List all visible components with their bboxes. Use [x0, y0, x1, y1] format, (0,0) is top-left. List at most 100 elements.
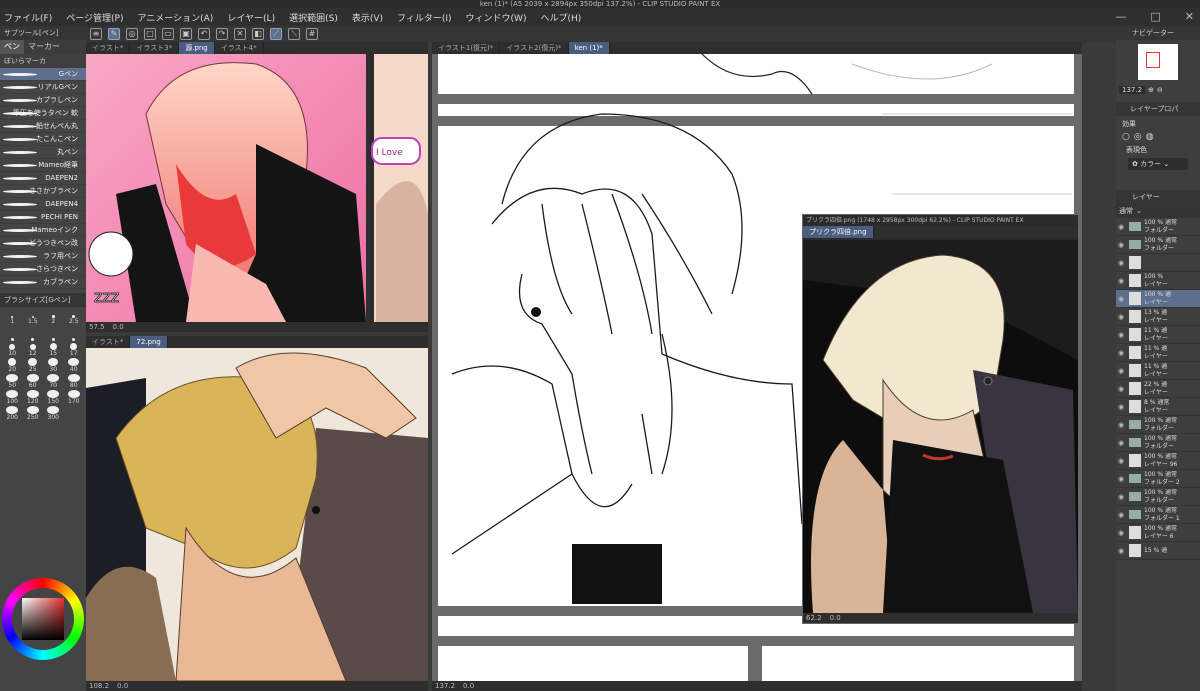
visibility-eye-icon[interactable]: ◉ [1116, 475, 1126, 483]
clear-icon[interactable]: ✕ [234, 28, 246, 40]
layer-row[interactable]: ◉ 100 % レイヤー [1116, 272, 1200, 290]
angle-value[interactable]: 0.0 [117, 681, 128, 691]
tab-pen[interactable]: ペン [0, 40, 24, 54]
brush-size-option[interactable]: 2.5 [65, 310, 84, 325]
brush-size-option[interactable]: 1 [3, 310, 22, 325]
doc-tab[interactable]: イラスト3* [130, 42, 180, 54]
brush-item[interactable]: ささかブラペン [0, 185, 86, 198]
brush-item[interactable]: カブラペン [0, 276, 86, 289]
doc-tab[interactable]: イラスト4* [215, 42, 264, 54]
subtab-label[interactable]: ぼいらマーカ [0, 54, 86, 68]
brush-item[interactable]: Gペン [0, 68, 86, 81]
zoom-value[interactable]: 57.5 [89, 322, 105, 332]
brush-item[interactable]: DAEPEN4 [0, 198, 86, 211]
visibility-eye-icon[interactable]: ◉ [1116, 403, 1126, 411]
brush-item[interactable]: たこんこペン [0, 133, 86, 146]
menu-item[interactable]: ページ管理(P) [66, 11, 123, 24]
brush-item[interactable]: Mameoインク [0, 224, 86, 237]
brush-item[interactable]: ラフ用ペン [0, 250, 86, 263]
brush-item[interactable]: 丸ペン [0, 146, 86, 159]
visibility-eye-icon[interactable]: ◉ [1116, 313, 1126, 321]
visibility-eye-icon[interactable]: ◉ [1116, 259, 1126, 267]
brush-size-option[interactable]: 10 [3, 342, 22, 357]
visibility-eye-icon[interactable]: ◉ [1116, 385, 1126, 393]
brush-item[interactable]: 鉛せんぺん丸 [0, 120, 86, 133]
brush-size-option[interactable]: 100 [3, 390, 22, 405]
blend-mode-select[interactable]: 通常 [1119, 206, 1133, 216]
brush-size-option[interactable]: 25 [24, 358, 43, 373]
new-file-icon[interactable]: ▢ [144, 28, 156, 40]
brush-size-option[interactable]: 300 [44, 406, 63, 421]
visibility-eye-icon[interactable]: ◉ [1116, 349, 1126, 357]
visibility-eye-icon[interactable]: ◉ [1116, 223, 1126, 231]
brush-size-option[interactable]: 17 [65, 342, 84, 357]
brush-item[interactable]: PECHI PEN [0, 211, 86, 224]
doc-tab-active[interactable]: 72.png [130, 336, 168, 348]
layer-row[interactable]: ◉ 100 % 通常 フォルダー 2 [1116, 470, 1200, 488]
layer-row[interactable]: ◉ 13 % 通レイヤー [1116, 308, 1200, 326]
effect-tone-icon[interactable]: ◎ [1134, 132, 1142, 142]
fill-icon[interactable]: ◧ [252, 28, 264, 40]
layer-row[interactable]: ◉ [1116, 254, 1200, 272]
menu-item[interactable]: フィルター(I) [397, 11, 452, 24]
brush-item[interactable]: Mameo経筆 [0, 159, 86, 172]
doc-tab[interactable]: イラスト2(復元)* [500, 42, 569, 54]
layer-row[interactable]: ◉ 100 % 通レイヤー [1116, 290, 1200, 308]
expression-color-select[interactable]: ✿ カラー ⌄ [1128, 158, 1188, 170]
visibility-eye-icon[interactable]: ◉ [1116, 277, 1126, 285]
doc-tab-active[interactable]: プリクラ四倍.png [803, 226, 874, 238]
menu-item[interactable]: 表示(V) [352, 11, 383, 24]
saturation-value-square[interactable] [22, 598, 64, 640]
maximize-button[interactable]: □ [1150, 10, 1160, 23]
brush-item[interactable]: 筆圧を使うタペン 軟 [0, 107, 86, 120]
menu-item[interactable]: アニメーション(A) [137, 11, 213, 24]
brush-item[interactable]: DAEPEN2 [0, 172, 86, 185]
brush-size-option[interactable]: 40 [65, 358, 84, 373]
brush-size-option[interactable] [3, 326, 22, 341]
brush-size-option[interactable] [24, 326, 43, 341]
doc-tab[interactable]: イラスト* [86, 336, 131, 348]
redo-icon[interactable]: ↷ [216, 28, 228, 40]
angle-value[interactable]: 0.0 [113, 322, 124, 332]
snap-ruler-icon[interactable]: ⟋ [270, 28, 282, 40]
layer-row[interactable]: ◉ 100 % 通常 フォルダー [1116, 236, 1200, 254]
grid-icon[interactable]: # [306, 28, 318, 40]
effect-border-icon[interactable]: ○ [1122, 132, 1130, 142]
brush-item[interactable]: リアルGペン [0, 81, 86, 94]
brush-size-option[interactable]: 60 [24, 374, 43, 389]
brush-size-option[interactable]: 250 [24, 406, 43, 421]
doc-tab[interactable]: イラスト1(復元)* [432, 42, 501, 54]
brush-size-option[interactable] [65, 326, 84, 341]
brush-size-option[interactable]: 80 [65, 374, 84, 389]
minimize-button[interactable]: — [1115, 10, 1126, 23]
menu-item[interactable]: レイヤー(L) [227, 11, 275, 24]
visibility-eye-icon[interactable]: ◉ [1116, 493, 1126, 501]
color-wheel[interactable] [2, 578, 84, 660]
brush-size-option[interactable]: 120 [24, 390, 43, 405]
layer-panel-header[interactable]: レイヤー [1116, 190, 1200, 204]
navigator-preview[interactable] [1138, 44, 1178, 80]
layer-row[interactable]: ◉ 11 % 通レイヤー [1116, 344, 1200, 362]
layer-row[interactable]: ◉ 100 % 通常 フォルダー [1116, 416, 1200, 434]
artwork-canvas-b[interactable] [86, 348, 428, 681]
zoom-value[interactable]: 62.2 [806, 613, 822, 623]
navigator-header[interactable]: ナビゲーター [1116, 26, 1200, 40]
layer-row[interactable]: ◉ 100 % 通常 フォルダー [1116, 434, 1200, 452]
visibility-eye-icon[interactable]: ◉ [1116, 421, 1126, 429]
brush-size-option[interactable] [44, 326, 63, 341]
visibility-eye-icon[interactable]: ◉ [1116, 547, 1126, 555]
close-button[interactable]: ✕ [1185, 10, 1194, 23]
brush-size-option[interactable]: 20 [3, 358, 22, 373]
visibility-eye-icon[interactable]: ◉ [1116, 439, 1126, 447]
visibility-eye-icon[interactable]: ◉ [1116, 511, 1126, 519]
layer-row[interactable]: ◉ 22 % 通レイヤー [1116, 380, 1200, 398]
artwork-canvas-floating[interactable] [803, 240, 1078, 613]
brush-item[interactable]: さらつきペン [0, 263, 86, 276]
doc-tab-active[interactable]: ken (1)* [568, 42, 610, 54]
brush-size-option[interactable]: 12 [24, 342, 43, 357]
tab-marker[interactable]: マーカー [24, 40, 64, 54]
brush-size-option[interactable]: 170 [65, 390, 84, 405]
brush-size-option[interactable]: 30 [44, 358, 63, 373]
snap-special-ruler-icon[interactable]: ⟍ [288, 28, 300, 40]
brush-size-option[interactable]: 15 [44, 342, 63, 357]
